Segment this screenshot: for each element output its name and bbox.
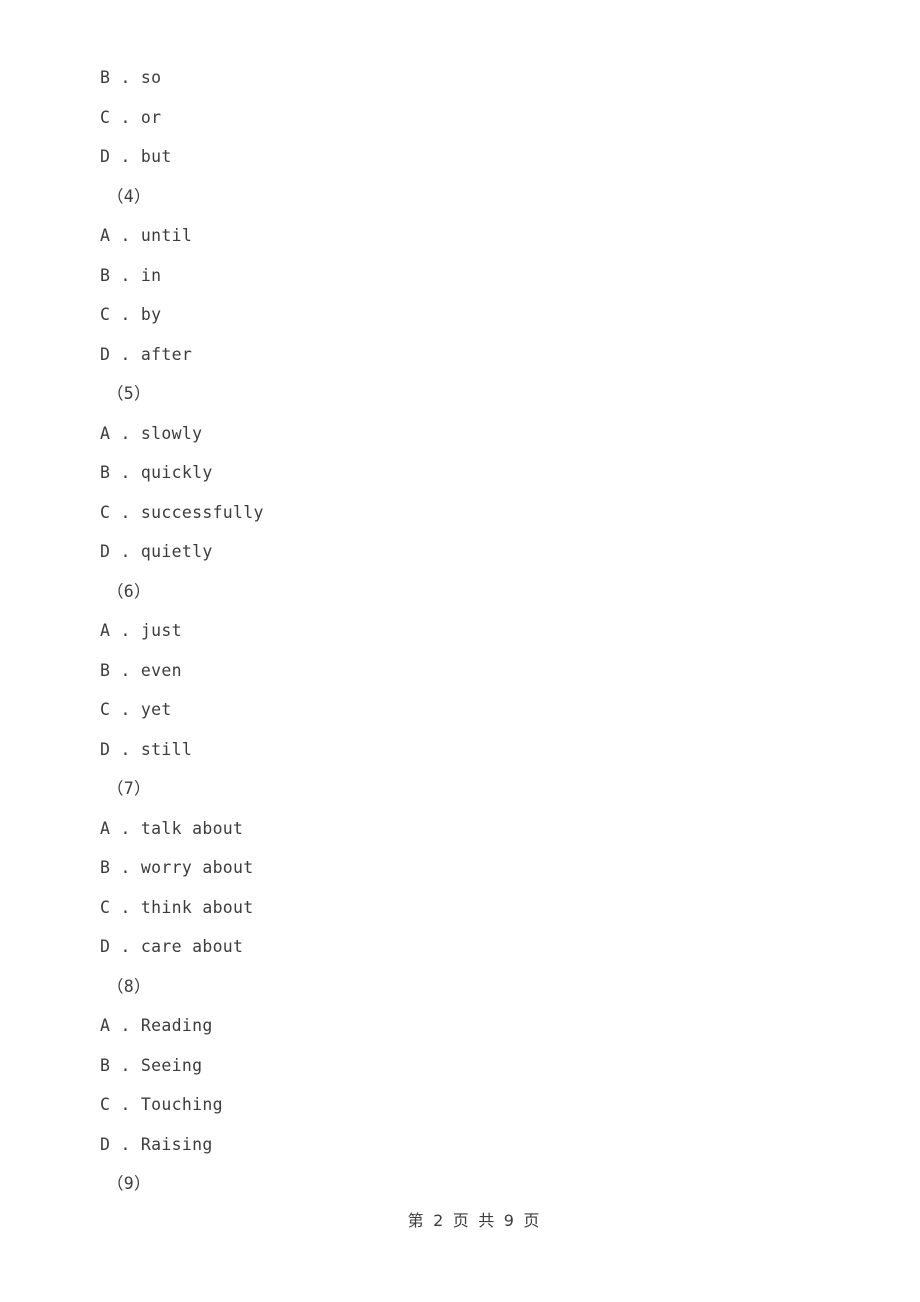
answer-option: A . just <box>100 621 182 640</box>
answer-option: C . or <box>100 107 162 127</box>
answer-option: C . by <box>100 305 162 324</box>
answer-option: B . in <box>100 265 162 285</box>
question-number: （8） <box>107 976 151 996</box>
answer-option: C . successfully <box>100 502 264 522</box>
question-number: （4） <box>107 186 151 206</box>
question-number: （5） <box>107 384 151 403</box>
answer-option: B . so <box>100 68 162 87</box>
page-number-label: 第 2 页 共 9 页 <box>407 1211 542 1230</box>
answer-option: C . think about <box>100 897 254 917</box>
answer-option: D . Raising <box>100 1134 213 1154</box>
answer-option: C . yet <box>100 700 172 719</box>
answer-option: A . talk about <box>100 818 244 838</box>
answer-option: D . but <box>100 147 172 166</box>
answer-option: D . after <box>100 344 193 364</box>
answer-option: B . Seeing <box>100 1055 203 1075</box>
answer-option: D . care about <box>100 937 244 956</box>
answer-option: A . until <box>100 226 193 245</box>
answer-option: A . Reading <box>100 1016 213 1035</box>
question-number: （6） <box>107 581 151 601</box>
answer-option: B . even <box>100 660 182 680</box>
answer-option: A . slowly <box>100 423 203 443</box>
document-page: B . so C . or D . but （4） A . until B . in C .… <box>0 0 920 1302</box>
question-number: （7） <box>107 779 151 798</box>
answer-option: D . quietly <box>100 542 213 561</box>
answer-option: B . quickly <box>100 463 213 482</box>
question-options-list: B . so C . or D . but （4） A . until B . in C .… <box>100 58 800 1204</box>
page-footer: 第 2 页 共 9 页 <box>0 1188 920 1250</box>
answer-option: B . worry about <box>100 858 254 877</box>
answer-option: C . Touching <box>100 1095 223 1114</box>
answer-option: D . still <box>100 739 193 759</box>
